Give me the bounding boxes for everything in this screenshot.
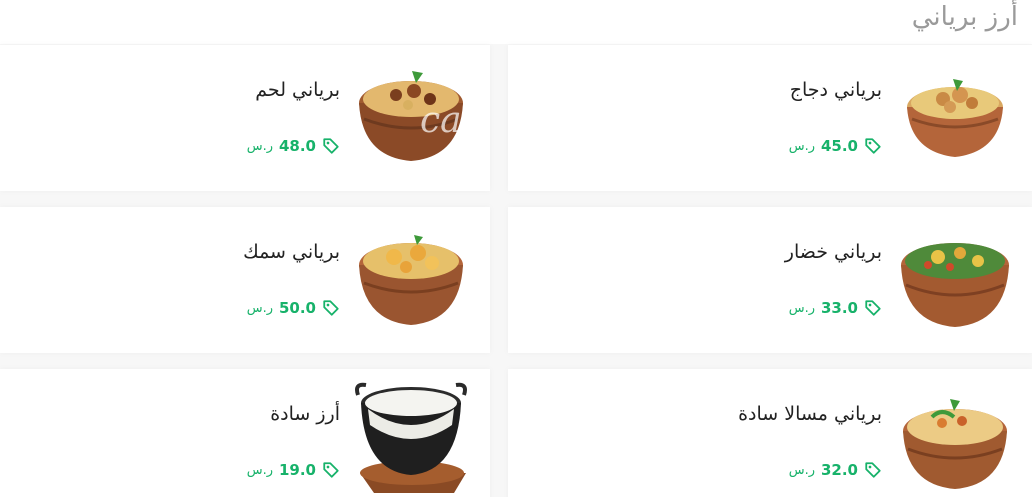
menu-item-card[interactable]: برياني مسالا سادة 32.0 ر.س [508, 369, 1032, 497]
price-tag-icon [865, 462, 881, 478]
plain-rice-image [355, 382, 467, 493]
price-value: 50.0 [278, 299, 316, 317]
section-title: أرز برياني [911, 2, 1018, 32]
price-row: 50.0 ر.س [247, 299, 340, 317]
price-value: 33.0 [820, 299, 858, 317]
currency-label: ر.س [788, 462, 815, 478]
currency-label: ر.س [788, 138, 815, 154]
masala-biryani-image [903, 399, 1007, 489]
price-value: 48.0 [278, 137, 316, 155]
currency-label: ر.س [246, 462, 273, 478]
menu-item-card[interactable]: برياني سمك 50.0 ر.س [0, 207, 490, 353]
dish-name: برياني خضار [784, 241, 882, 263]
currency-label: ر.س [246, 138, 273, 154]
price-tag-icon [865, 300, 881, 316]
price-row: 32.0 ر.س [789, 461, 882, 479]
chicken-biryani-image [907, 79, 1003, 157]
menu-item-card[interactable]: أرز سادة 19.0 ر.س [0, 369, 490, 497]
menu-item-card[interactable]: برياني خضار 33.0 ر.س [508, 207, 1032, 353]
meat-biryani-image [359, 71, 463, 161]
dish-name: برياني لحم [255, 79, 340, 101]
price-tag-icon [865, 138, 881, 154]
section-header: أرز برياني [0, 0, 1032, 44]
currency-label: ر.س [788, 300, 815, 316]
vegetable-biryani-image [901, 243, 1009, 327]
price-tag-icon [323, 300, 339, 316]
price-row: 45.0 ر.س [789, 137, 882, 155]
price-tag-icon [323, 138, 339, 154]
menu-item-card[interactable]: برياني دجاج 45.0 ر.س [508, 45, 1032, 191]
price-row: 19.0 ر.س [247, 461, 340, 479]
price-tag-icon [323, 462, 339, 478]
fish-biryani-image [359, 235, 463, 325]
dish-name: أرز سادة [270, 403, 340, 425]
dish-name: برياني دجاج [789, 79, 882, 101]
price-row: 33.0 ر.س [789, 299, 882, 317]
price-row: 48.0 ر.س [247, 137, 340, 155]
price-value: 32.0 [820, 461, 858, 479]
price-value: 45.0 [820, 137, 858, 155]
currency-label: ر.س [246, 300, 273, 316]
dish-name: برياني مسالا سادة [738, 403, 882, 425]
menu-item-card[interactable]: برياني لحم 48.0 ر.س [0, 45, 490, 191]
dish-name: برياني سمك [243, 241, 340, 263]
price-value: 19.0 [278, 461, 316, 479]
